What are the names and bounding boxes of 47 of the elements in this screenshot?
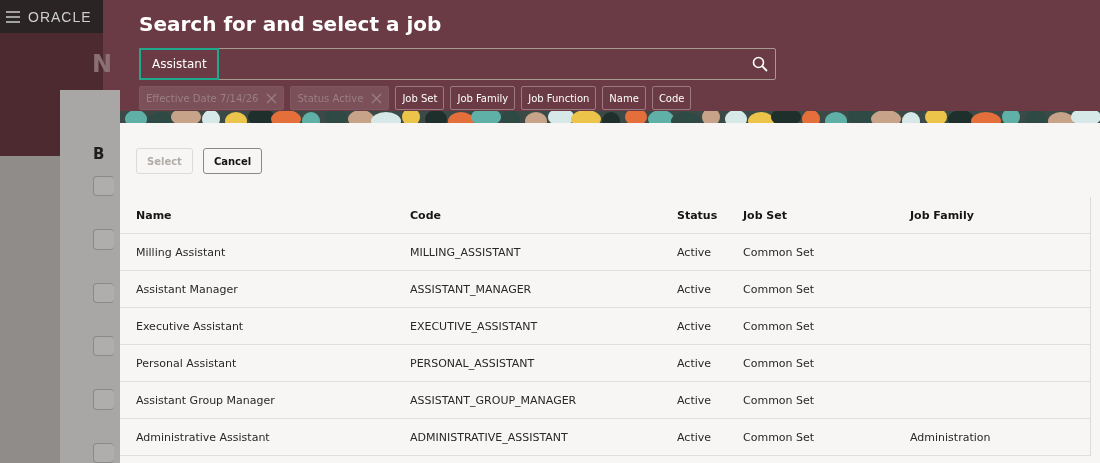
table-cell-text: Common Set	[743, 430, 816, 444]
page-heading: N	[92, 49, 113, 79]
search-icon[interactable]	[752, 56, 768, 72]
section-heading: B	[93, 145, 106, 163]
filter-chip[interactable]: Code	[651, 86, 692, 110]
dialog-title: Search for and select a job	[139, 12, 443, 36]
filter-chip[interactable]: Job Set	[395, 86, 445, 110]
input-field	[93, 336, 114, 357]
column-header[interactable]: Job Set	[743, 208, 910, 222]
table-cell-text: Active	[677, 245, 713, 259]
table-cell-text: Common Set	[743, 245, 816, 259]
input-field	[93, 389, 114, 410]
menu-icon[interactable]	[6, 10, 20, 23]
table-cell-text: Administrative Assistant	[136, 430, 271, 444]
column-header[interactable]: Status	[677, 208, 743, 222]
table-cell-text: Common Set	[743, 282, 816, 296]
table-cell-text: ADMINISTRATIVE_ASSISTANT	[410, 430, 569, 444]
table-cell-text: Common Set	[743, 393, 816, 407]
table-cell-text: Assistant Manager	[136, 282, 239, 296]
table-cell-text: Common Set	[743, 356, 816, 370]
input-field	[93, 282, 114, 303]
column-header[interactable]: Code	[410, 208, 677, 222]
table-cell-text: Personal Assistant	[136, 356, 238, 370]
table-cell-text: MILLING_ASSISTANT	[410, 245, 522, 259]
table-cell-text: Assistant Group Manager	[136, 393, 276, 407]
table-cell-text: PERSONAL_ASSISTANT	[410, 356, 536, 370]
table-cell-text: Administration	[910, 430, 992, 444]
input-field	[93, 229, 114, 250]
table-cell-text: Milling Assistant	[136, 245, 227, 259]
table-cell-text: Executive Assistant	[136, 319, 245, 333]
table-cell-text: ASSISTANT_GROUP_MANAGER	[410, 393, 578, 407]
table-cell-text: Common Set	[743, 319, 816, 333]
table-cell-text: Active	[677, 430, 713, 444]
table-cell-text: EXECUTIVE_ASSISTANT	[410, 319, 539, 333]
cancel-button[interactable]: Cancel	[202, 148, 263, 174]
table-cell-text: ASSISTANT_MANAGER	[410, 282, 533, 296]
table-cell-text: Active	[677, 393, 713, 407]
filter-chip[interactable]: Name	[602, 86, 646, 110]
table-cell-text: Active	[677, 356, 713, 370]
table-cell-text: Active	[677, 282, 713, 296]
column-header[interactable]: Job Family	[910, 208, 1090, 222]
column-header[interactable]: Name	[136, 208, 410, 222]
logo: ORACLE	[28, 8, 92, 25]
filter-chip[interactable]: Job Family	[450, 86, 516, 110]
table-cell-text: Active	[677, 319, 713, 333]
filter-chip[interactable]: Job Function	[521, 86, 597, 110]
input-field	[93, 176, 114, 197]
